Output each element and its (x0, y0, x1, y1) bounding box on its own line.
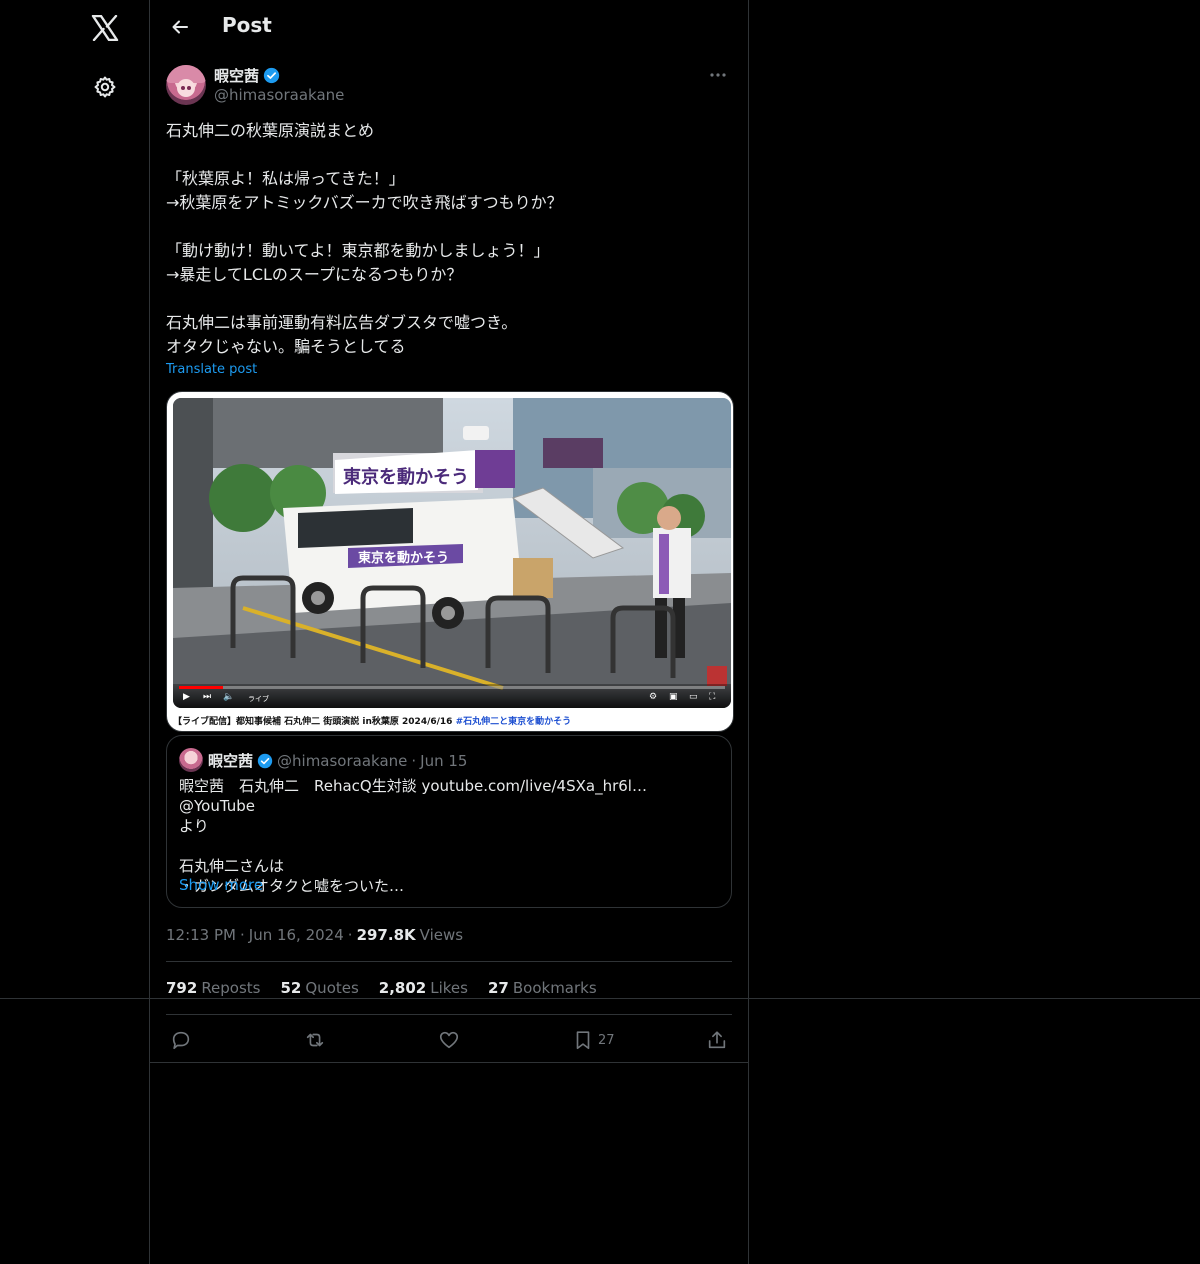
volume-icon[interactable]: 🔈 (223, 692, 234, 702)
divider (0, 998, 1200, 999)
video-settings-gear-icon[interactable]: ⚙ (649, 692, 657, 702)
post-meta: 12:13 PM · Jun 16, 2024 · 297.8K Views (166, 926, 463, 944)
reply-icon (170, 1029, 192, 1051)
reposts-label: Reposts (201, 979, 261, 997)
quotes-label: Quotes (305, 979, 359, 997)
author-name-text: 暇空茜 (214, 67, 260, 85)
bookmarks-stat[interactable]: 27 Bookmarks (488, 979, 597, 997)
meta-dot: · (239, 926, 245, 944)
bookmarks-label: Bookmarks (512, 979, 597, 997)
more-options-icon[interactable] (706, 65, 730, 85)
back-arrow-icon[interactable] (164, 11, 196, 43)
reposts-stat[interactable]: 792 Reposts (166, 979, 261, 997)
heart-icon (438, 1029, 460, 1051)
theater-mode-icon[interactable]: ▭ (689, 692, 698, 702)
author-display-name[interactable]: 暇空茜 (214, 65, 280, 86)
author-row: 暇空茜 @himasoraakane (166, 65, 732, 107)
repost-button[interactable] (304, 1026, 326, 1054)
post-header: Post (150, 0, 748, 54)
divider (150, 1062, 748, 1063)
divider (166, 961, 732, 962)
like-button[interactable] (438, 1026, 460, 1054)
quotes-stat[interactable]: 52 Quotes (281, 979, 359, 997)
video-control-bar: ▶ ⏭ 🔈 ライブ ⚙ ▣ ▭ ⛶ (173, 684, 731, 708)
quoted-post-date: Jun 15 (420, 751, 468, 770)
post-text: 石丸伸二の秋葉原演説まとめ 「秋葉原よ！私は帰ってきた！」 →秋葉原をアトミック… (166, 121, 563, 356)
post-date[interactable]: Jun 16, 2024 (249, 926, 344, 944)
share-icon (706, 1029, 728, 1051)
reposts-count: 792 (166, 979, 198, 997)
van-side-sign: 東京を動かそう (358, 550, 449, 566)
show-more-link[interactable]: Show more (179, 876, 263, 894)
likes-label: Likes (430, 979, 468, 997)
x-logo-icon[interactable] (85, 8, 125, 48)
video-thumbnail: 東京を動かそう 東京を動かそう ▶ ⏭ 🔈 ライブ ⚙ ▣ ▭ ⛶ (173, 398, 731, 708)
share-button[interactable] (706, 1026, 728, 1054)
video-progress-bar[interactable] (179, 686, 725, 689)
reply-button[interactable] (170, 1026, 192, 1054)
likes-count: 2,802 (378, 979, 427, 997)
play-icon[interactable]: ▶ (183, 692, 190, 702)
post-time[interactable]: 12:13 PM (166, 926, 236, 944)
left-nav (0, 0, 149, 1264)
bookmark-count: 27 (598, 1032, 615, 1048)
bookmarks-count: 27 (487, 979, 509, 997)
verified-badge-icon (263, 67, 280, 84)
divider (166, 1014, 732, 1015)
miniplayer-icon[interactable]: ▣ (669, 692, 678, 702)
quoted-author-handle: @himasoraakane (277, 751, 408, 770)
fullscreen-icon[interactable]: ⛶ (709, 692, 715, 702)
translate-post-link[interactable]: Translate post (166, 362, 257, 377)
views-label: Views (419, 926, 464, 944)
quoted-author-avatar (179, 748, 203, 772)
engagement-stats: 792 Reposts 52 Quotes 2,802 Likes 27 Bookmar… (166, 979, 597, 997)
likes-stat[interactable]: 2,802 Likes (379, 979, 468, 997)
bookmark-button[interactable]: 27 (572, 1026, 615, 1054)
post-media-card[interactable]: 東京を動かそう 東京を動かそう ▶ ⏭ 🔈 ライブ ⚙ ▣ ▭ ⛶ 【ライブ配信… (166, 391, 734, 732)
main-column: Post 暇空茜 @himasoraakane 石丸伸二の秋葉原演説まとめ 「秋… (149, 0, 749, 1264)
live-label: ライブ (248, 695, 269, 703)
video-caption: 【ライブ配信】都知事候補 石丸伸二 街頭演説 in秋葉原 2024/6/16 #… (173, 714, 729, 727)
bookmark-icon (572, 1029, 594, 1051)
quoted-post-header: 暇空茜 @himasoraakane · Jun 15 (208, 750, 467, 771)
page-title: Post (222, 13, 272, 37)
author-handle[interactable]: @himasoraakane (214, 86, 344, 104)
van-roof-sign: 東京を動かそう (343, 466, 469, 488)
post-actions: 27 (166, 1026, 732, 1054)
views-count: 297.8K (356, 926, 416, 944)
video-caption-text: 【ライブ配信】都知事候補 石丸伸二 街頭演説 in秋葉原 2024/6/16 (173, 717, 456, 727)
quoted-post-card[interactable]: 暇空茜 @himasoraakane · Jun 15 暇空茜 石丸伸二 Reh… (166, 735, 732, 908)
street-scene-image: 東京を動かそう 東京を動かそう (173, 398, 731, 708)
meta-dot: · (347, 926, 353, 944)
quoted-author-name: 暇空茜 (208, 752, 254, 770)
quotes-count: 52 (280, 979, 302, 997)
video-caption-hashtag: #石丸伸二と東京を動かそう (455, 717, 572, 727)
author-avatar[interactable] (166, 65, 206, 105)
repost-icon (304, 1029, 326, 1051)
settings-gear-icon[interactable] (85, 67, 125, 107)
next-icon[interactable]: ⏭ (203, 692, 211, 702)
quoted-dot-separator: · (411, 751, 417, 770)
quoted-verified-badge-icon (257, 753, 273, 769)
